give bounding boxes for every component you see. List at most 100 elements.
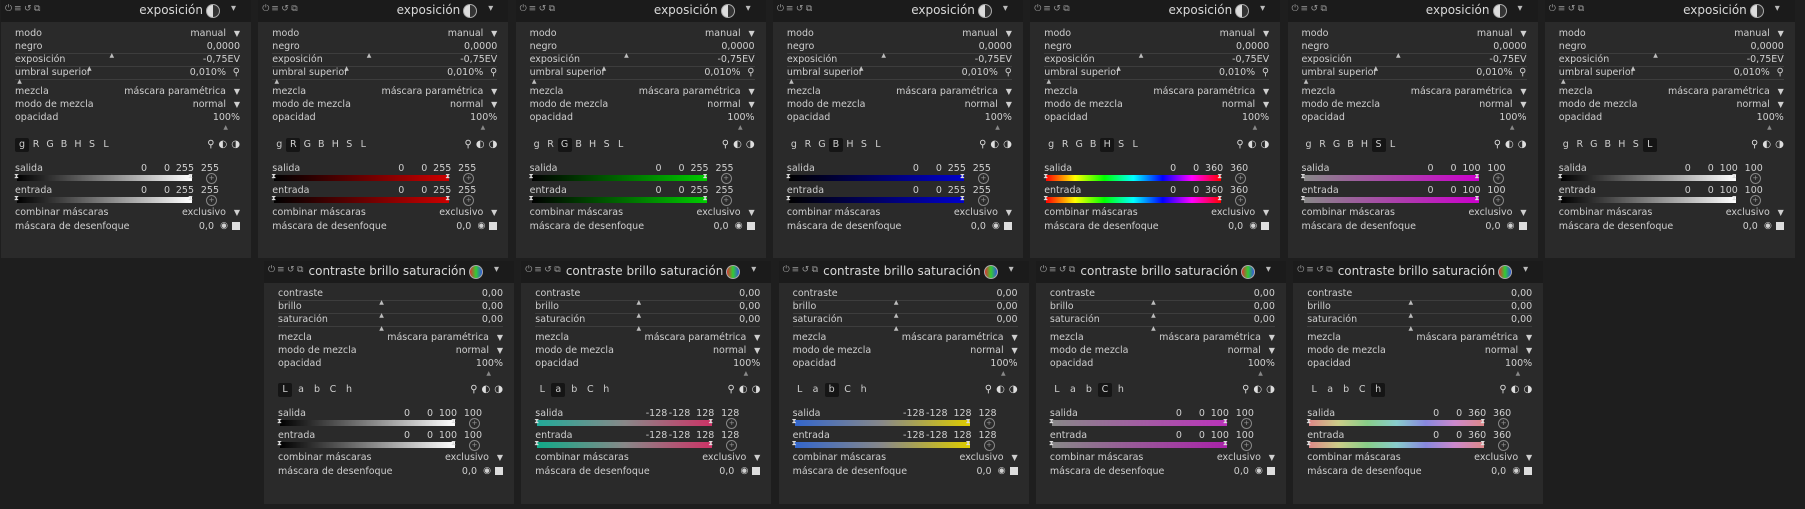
- range-marker-left[interactable]: ⧗: [529, 194, 534, 203]
- channel-tab-S[interactable]: S: [1371, 138, 1386, 152]
- channel-tab-b[interactable]: b: [567, 383, 581, 397]
- range-marker-left[interactable]: ⧗: [786, 172, 791, 181]
- salida-gradient[interactable]: [1560, 175, 1736, 181]
- salida-gradient[interactable]: [1051, 420, 1227, 426]
- presets-menu-icon[interactable]: ≡: [1558, 4, 1566, 14]
- param-row[interactable]: modo manual ▼: [1044, 27, 1269, 40]
- dropdown-arrow-icon[interactable]: ▼: [1006, 27, 1012, 40]
- reset-range-icon[interactable]: +: [469, 440, 480, 451]
- reset-range-icon[interactable]: ◑: [1518, 139, 1527, 150]
- channel-tab-S[interactable]: S: [600, 138, 614, 152]
- color-picker-icon[interactable]: ⚲: [1519, 66, 1526, 79]
- channel-tab-R[interactable]: R: [286, 138, 301, 152]
- dropdown-arrow-icon[interactable]: ▼: [1520, 85, 1526, 98]
- param-row[interactable]: opacidad 100% ▲: [1302, 111, 1527, 131]
- param-row[interactable]: opacidad 100% ▲: [530, 111, 755, 131]
- salida-gradient[interactable]: [1303, 175, 1479, 181]
- param-row[interactable]: mezcla máscara paramétrica ▼: [1302, 85, 1527, 98]
- entrada-gradient[interactable]: [794, 442, 970, 448]
- reset-icon[interactable]: ↺: [796, 4, 804, 14]
- range-marker-left[interactable]: ⧗: [1306, 439, 1311, 448]
- range-marker-left[interactable]: ⧗: [1043, 172, 1048, 181]
- param-row[interactable]: modo manual ▼: [787, 27, 1012, 40]
- param-row[interactable]: modo manual ▼: [15, 27, 240, 40]
- channel-tab-h[interactable]: h: [599, 383, 613, 397]
- channel-tab-L[interactable]: L: [871, 138, 885, 152]
- combine-masks-row[interactable]: combinar máscaras exclusivo ▼: [787, 206, 1012, 219]
- combine-masks-row[interactable]: combinar máscaras exclusivo ▼: [530, 206, 755, 219]
- param-row[interactable]: opacidad 100% ▲: [272, 111, 497, 131]
- multi-instance-icon[interactable]: ⧉: [291, 4, 297, 14]
- channel-tab-g[interactable]: g: [1044, 138, 1058, 152]
- blend-mode-icon[interactable]: [1749, 4, 1764, 18]
- channel-tab-a[interactable]: a: [551, 383, 566, 397]
- channel-tab-L[interactable]: L: [614, 138, 628, 152]
- reset-range-icon[interactable]: ◑: [1523, 384, 1532, 395]
- channel-tab-B[interactable]: B: [57, 138, 71, 152]
- reset-range-icon[interactable]: +: [1498, 440, 1510, 451]
- reset-range-icon[interactable]: +: [1492, 173, 1504, 184]
- range-marker-right[interactable]: ⧗: [708, 417, 713, 426]
- color-picker-icon[interactable]: ⚲: [1242, 384, 1249, 395]
- dropdown-arrow-icon[interactable]: ▼: [1269, 451, 1275, 464]
- reset-icon[interactable]: ↺: [1311, 4, 1319, 14]
- param-row[interactable]: umbral superior 0,010% ⚲ ▲: [786, 66, 1012, 85]
- multi-instance-icon[interactable]: ⧉: [806, 4, 812, 14]
- channel-tab-g[interactable]: g: [272, 138, 286, 152]
- range-marker-right[interactable]: ⧗: [1223, 439, 1228, 448]
- channel-tab-S[interactable]: S: [1114, 138, 1128, 152]
- expand-arrow-icon[interactable]: ▾: [746, 3, 751, 14]
- blend-mode-icon[interactable]: [1235, 4, 1250, 18]
- dropdown-arrow-icon[interactable]: ▼: [1520, 27, 1526, 40]
- range-marker-left[interactable]: ⧗: [277, 439, 282, 448]
- reset-range-icon[interactable]: +: [1749, 173, 1761, 184]
- multi-instance-icon[interactable]: ⧉: [34, 4, 40, 14]
- channel-tab-a[interactable]: a: [294, 383, 308, 397]
- reset-range-icon[interactable]: +: [1240, 418, 1252, 429]
- param-row[interactable]: opacidad 100% ▲: [15, 111, 240, 131]
- expand-arrow-icon[interactable]: ▾: [1003, 3, 1008, 14]
- channel-tab-S[interactable]: S: [342, 138, 356, 152]
- reset-range-icon[interactable]: +: [983, 440, 995, 451]
- range-marker-right[interactable]: ⧗: [445, 194, 450, 203]
- dropdown-arrow-icon[interactable]: ▼: [491, 98, 497, 111]
- param-row[interactable]: exposición -0,75EV ▲: [1558, 53, 1784, 72]
- display-mask-icon[interactable]: [1518, 222, 1527, 230]
- channel-tab-L[interactable]: L: [535, 383, 549, 397]
- channel-tab-L[interactable]: L: [793, 383, 807, 397]
- channel-tab-B[interactable]: B: [1086, 138, 1100, 152]
- dropdown-arrow-icon[interactable]: ▼: [1778, 98, 1784, 111]
- param-row[interactable]: modo de mezcla normal ▼: [272, 98, 497, 111]
- invert-polarity-icon[interactable]: ◐: [1248, 139, 1257, 150]
- range-marker-left[interactable]: ⧗: [792, 439, 797, 448]
- entrada-gradient[interactable]: [531, 197, 707, 203]
- blend-mode-icon[interactable]: [206, 4, 220, 18]
- reset-range-icon[interactable]: ◑: [1775, 139, 1784, 150]
- dropdown-arrow-icon[interactable]: ▼: [748, 27, 754, 40]
- channel-tab-L[interactable]: L: [356, 138, 370, 152]
- channel-tab-L[interactable]: L: [1050, 383, 1064, 397]
- range-marker-right[interactable]: ⧗: [445, 172, 450, 181]
- param-row[interactable]: negro 0,0000 ▲: [1044, 40, 1270, 59]
- invert-polarity-icon[interactable]: ◐: [476, 139, 485, 150]
- range-marker-right[interactable]: ⧗: [1223, 417, 1228, 426]
- channel-tab-b[interactable]: b: [1082, 383, 1096, 397]
- power-icon[interactable]: ⏻: [1292, 4, 1299, 14]
- reset-icon[interactable]: ↺: [539, 4, 547, 14]
- combine-masks-row[interactable]: combinar máscaras exclusivo ▼: [793, 451, 1018, 464]
- range-marker-left[interactable]: ⧗: [14, 172, 19, 181]
- blend-mode-icon[interactable]: [463, 4, 478, 18]
- expand-arrow-icon[interactable]: ▾: [231, 3, 236, 14]
- range-marker-right[interactable]: ⧗: [1732, 194, 1737, 203]
- channel-tab-L[interactable]: L: [99, 138, 113, 152]
- presets-menu-icon[interactable]: ≡: [14, 4, 22, 14]
- presets-menu-icon[interactable]: ≡: [786, 4, 794, 14]
- color-picker-icon[interactable]: ⚲: [207, 139, 214, 150]
- dropdown-arrow-icon[interactable]: ▼: [234, 98, 240, 111]
- reset-range-icon[interactable]: +: [1235, 195, 1247, 206]
- invert-polarity-icon[interactable]: ◐: [739, 384, 748, 395]
- channel-tab-B[interactable]: B: [1601, 138, 1615, 152]
- channel-tab-g[interactable]: g: [15, 138, 29, 152]
- channel-tab-H[interactable]: H: [1100, 138, 1115, 152]
- reset-icon[interactable]: ↺: [281, 4, 289, 14]
